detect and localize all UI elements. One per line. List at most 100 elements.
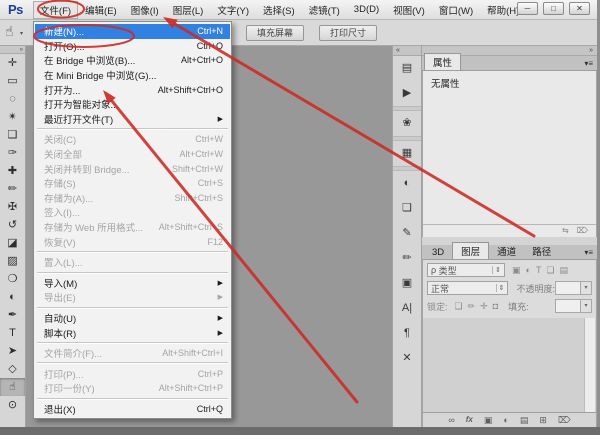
fill-screen-button[interactable]: 填充屏幕 bbox=[246, 25, 304, 41]
tab-路径[interactable]: 路径 bbox=[524, 243, 559, 259]
tab-通道[interactable]: 通道 bbox=[489, 243, 524, 259]
expand-panels-icon[interactable]: « bbox=[393, 46, 421, 56]
file-menu-item-5[interactable]: 打开为智能对象... bbox=[35, 97, 230, 112]
file-menu-item-15[interactable]: 恢复(V)F12 bbox=[35, 234, 230, 249]
filter-adjustment-layers-icon[interactable]: ◐ bbox=[526, 265, 531, 276]
menubar-item-3[interactable]: 图层(L) bbox=[166, 1, 211, 19]
toolbox-header[interactable]: » bbox=[0, 46, 25, 54]
file-menu-item-27[interactable]: 打印(P)...Ctrl+P bbox=[35, 366, 230, 381]
tool-presets-panel-icon[interactable]: ✕ bbox=[393, 346, 421, 371]
hand-tool[interactable]: ☝ bbox=[0, 378, 25, 396]
layer-mask-icon[interactable]: ▣ bbox=[484, 413, 493, 427]
shape-tool[interactable]: ◇ bbox=[0, 360, 25, 378]
opacity-dropdown-icon[interactable]: ▾ bbox=[581, 281, 592, 295]
file-menu-item-14[interactable]: 存储为 Web 所用格式...Alt+Shift+Ctrl+S bbox=[35, 220, 230, 235]
lock-all-icon[interactable]: ◘ bbox=[493, 301, 498, 312]
clone-stamp-tool[interactable]: ✠ bbox=[0, 198, 25, 216]
file-menu-item-19[interactable]: 导入(M)▶ bbox=[35, 276, 230, 291]
blend-mode-dropdown[interactable]: 正常 ⇕ bbox=[427, 281, 508, 295]
file-menu-item-6[interactable]: 最近打开文件(T)▶ bbox=[35, 112, 230, 127]
history-brush-tool[interactable]: ↺ bbox=[0, 216, 25, 234]
character-panel-icon[interactable]: A| bbox=[393, 296, 421, 321]
gradient-tool[interactable]: ▨ bbox=[0, 252, 25, 270]
history-panel-icon[interactable]: ▤ bbox=[393, 56, 421, 81]
file-menu-item-22[interactable]: 自动(U)▶ bbox=[35, 311, 230, 326]
maximize-button[interactable]: □ bbox=[543, 2, 564, 15]
file-menu-item-28[interactable]: 打印一份(Y)Alt+Shift+Ctrl+P bbox=[35, 381, 230, 396]
minimize-button[interactable]: ─ bbox=[517, 2, 538, 15]
dodge-tool[interactable]: ◐ bbox=[0, 288, 25, 306]
paragraph-panel-icon[interactable]: ¶ bbox=[393, 321, 421, 346]
menubar-item-0[interactable]: 文件(F) bbox=[33, 1, 78, 19]
blur-tool[interactable]: ❍ bbox=[0, 270, 25, 288]
menubar-item-5[interactable]: 选择(S) bbox=[256, 1, 302, 19]
chevron-down-icon[interactable]: ▾ bbox=[20, 30, 23, 37]
lasso-tool[interactable]: ◌ bbox=[0, 90, 25, 108]
brush-tool[interactable]: ✏ bbox=[0, 180, 25, 198]
brush-presets-panel-icon[interactable]: ✏ bbox=[393, 246, 421, 271]
crop-tool[interactable]: ❑ bbox=[0, 126, 25, 144]
panel-menu-icon[interactable]: ▾≡ bbox=[584, 59, 593, 68]
close-button[interactable]: ✕ bbox=[569, 2, 590, 15]
layers-scrollbar[interactable] bbox=[584, 318, 595, 412]
file-menu-item-2[interactable]: 在 Bridge 中浏览(B)...Alt+Ctrl+O bbox=[35, 53, 230, 68]
lock-pixels-icon[interactable]: ✏ bbox=[468, 301, 476, 312]
3d-panel-icon[interactable]: ▦ bbox=[393, 141, 421, 166]
delete-properties-icon[interactable]: ⌦ bbox=[577, 225, 588, 237]
filter-smart-objects-icon[interactable]: ▤ bbox=[560, 265, 569, 276]
move-tool[interactable]: ✛ bbox=[0, 54, 25, 72]
layer-filter-dropdown[interactable]: ρ 类型 ⇕ bbox=[427, 263, 505, 277]
lock-transparency-icon[interactable]: ❏ bbox=[455, 301, 463, 312]
panel-menu-icon[interactable]: ▾≡ bbox=[584, 248, 593, 257]
menubar-item-2[interactable]: 图像(I) bbox=[124, 1, 166, 19]
brush-panel-icon[interactable]: ✎ bbox=[393, 221, 421, 246]
menubar-item-4[interactable]: 文字(Y) bbox=[210, 1, 256, 19]
file-menu-item-8[interactable]: 关闭(C)Ctrl+W bbox=[35, 132, 230, 147]
file-menu-item-20[interactable]: 导出(E)▶ bbox=[35, 290, 230, 305]
quick-select-tool[interactable]: ✴ bbox=[0, 108, 25, 126]
menubar-item-1[interactable]: 编辑(E) bbox=[78, 1, 124, 19]
file-menu-item-4[interactable]: 打开为...Alt+Shift+Ctrl+O bbox=[35, 82, 230, 97]
menubar-item-7[interactable]: 3D(D) bbox=[347, 2, 386, 17]
styles-panel-icon[interactable]: ❏ bbox=[393, 196, 421, 221]
tab-properties[interactable]: 属性 bbox=[424, 53, 461, 70]
menubar-item-6[interactable]: 滤镜(T) bbox=[302, 1, 347, 19]
layer-group-icon[interactable]: ▤ bbox=[520, 413, 529, 427]
file-menu-item-25[interactable]: 文件简介(F)...Alt+Shift+Ctrl+I bbox=[35, 346, 230, 361]
file-menu-item-13[interactable]: 签入(I)... bbox=[35, 205, 230, 220]
adjustments-panel-icon[interactable]: ◐ bbox=[393, 171, 421, 196]
file-menu-item-23[interactable]: 脚本(R)▶ bbox=[35, 325, 230, 340]
healing-brush-tool[interactable]: ✚ bbox=[0, 162, 25, 180]
eyedropper-tool[interactable]: ✑ bbox=[0, 144, 25, 162]
fill-input[interactable] bbox=[555, 299, 581, 313]
lock-position-icon[interactable]: ✛ bbox=[480, 301, 488, 312]
print-size-button[interactable]: 打印尺寸 bbox=[319, 25, 377, 41]
path-select-tool[interactable]: ➤ bbox=[0, 342, 25, 360]
reset-properties-icon[interactable]: ⇆ bbox=[562, 225, 569, 237]
clone-source-panel-icon[interactable]: ▣ bbox=[393, 271, 421, 296]
file-menu-item-3[interactable]: 在 Mini Bridge 中浏览(G)... bbox=[35, 68, 230, 83]
eraser-tool[interactable]: ◪ bbox=[0, 234, 25, 252]
file-menu-item-17[interactable]: 置入(L)... bbox=[35, 255, 230, 270]
pen-tool[interactable]: ✒ bbox=[0, 306, 25, 324]
tab-图层[interactable]: 图层 bbox=[452, 242, 489, 259]
file-menu-item-30[interactable]: 退出(X)Ctrl+Q bbox=[35, 402, 230, 417]
file-menu-item-11[interactable]: 存储(S)Ctrl+S bbox=[35, 176, 230, 191]
opacity-input[interactable] bbox=[555, 281, 581, 295]
file-menu-item-1[interactable]: 打开(O)...Ctrl+O bbox=[35, 39, 230, 54]
actions-panel-icon[interactable]: ▶ bbox=[393, 81, 421, 106]
menubar-item-8[interactable]: 视图(V) bbox=[386, 1, 432, 19]
menubar-item-9[interactable]: 窗口(W) bbox=[432, 1, 480, 19]
file-menu-item-0[interactable]: 新建(N)...Ctrl+N bbox=[35, 24, 230, 39]
adjustment-layer-icon[interactable]: ◐ bbox=[503, 413, 508, 427]
file-menu-item-9[interactable]: 关闭全部Alt+Ctrl+W bbox=[35, 147, 230, 162]
filter-type-layers-icon[interactable]: T bbox=[536, 265, 542, 276]
tab-3D[interactable]: 3D bbox=[424, 246, 452, 259]
layer-style-icon[interactable]: fx bbox=[466, 413, 473, 427]
delete-layer-icon[interactable]: ⌦ bbox=[558, 413, 571, 427]
filter-pixel-layers-icon[interactable]: ▣ bbox=[512, 265, 521, 276]
file-menu-item-10[interactable]: 关闭并转到 Bridge...Shift+Ctrl+W bbox=[35, 161, 230, 176]
zoom-tool[interactable]: ⊙ bbox=[0, 396, 25, 414]
file-menu-item-12[interactable]: 存储为(A)...Shift+Ctrl+S bbox=[35, 191, 230, 206]
swatches-panel-icon[interactable]: ❀ bbox=[393, 111, 421, 136]
